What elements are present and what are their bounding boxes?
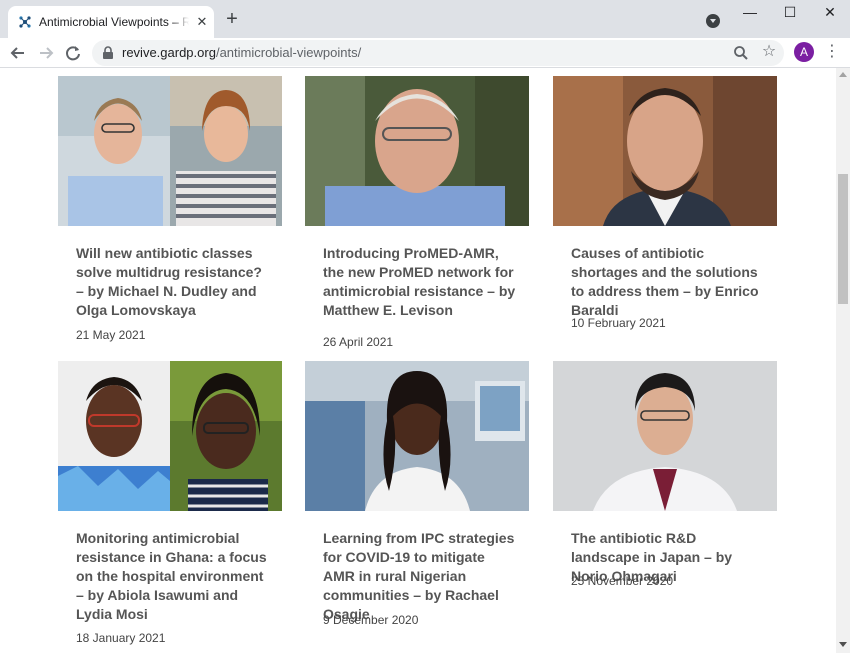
tab-title: Antimicrobial Viewpoints – REVIVE (39, 14, 189, 30)
article-card[interactable]: Will new antibiotic classes solve multid… (58, 76, 282, 342)
forward-arrow-icon[interactable] (35, 42, 57, 64)
article-title[interactable]: Introducing ProMED-AMR, the new ProMED n… (323, 244, 519, 320)
revive-favicon-icon (19, 16, 31, 28)
article-title[interactable]: Learning from IPC strategies for COVID-1… (323, 529, 519, 624)
article-image[interactable] (58, 361, 282, 511)
address-bar[interactable]: revive.gardp.org/antimicrobial-viewpoint… (92, 40, 784, 66)
article-title[interactable]: Causes of antibiotic shortages and the s… (571, 244, 767, 320)
menu-icon[interactable]: ⋮ (824, 42, 840, 62)
article-date: 26 April 2021 (323, 335, 394, 349)
url-text[interactable]: revive.gardp.org/antimicrobial-viewpoint… (122, 45, 361, 61)
browser-tab[interactable]: Antimicrobial Viewpoints – REVIVE ✕ (8, 6, 214, 38)
scroll-down-arrow-icon[interactable] (839, 642, 847, 647)
article-card[interactable]: Causes of antibiotic shortages and the s… (553, 76, 777, 330)
article-card[interactable]: The antibiotic R&D landscape in Japan – … (553, 361, 777, 588)
article-date: 9 December 2020 (323, 613, 419, 627)
lock-icon[interactable] (102, 46, 114, 60)
url-path: /antimicrobial-viewpoints/ (215, 45, 362, 60)
article-image[interactable] (553, 76, 777, 226)
article-card[interactable]: Monitoring antimicrobial resistance in G… (58, 361, 282, 645)
zoom-icon[interactable] (733, 45, 749, 61)
maximize-button[interactable]: ☐ (770, 0, 810, 26)
article-image[interactable] (305, 76, 529, 226)
back-arrow-icon[interactable] (7, 42, 29, 64)
tab-strip: Antimicrobial Viewpoints – REVIVE ✕ + — … (0, 0, 850, 38)
close-window-button[interactable]: ✕ (810, 0, 850, 26)
article-title[interactable]: Monitoring antimicrobial resistance in G… (76, 529, 272, 624)
url-host: revive.gardp.org (122, 45, 216, 60)
minimize-button[interactable]: — (730, 0, 770, 26)
article-date: 18 January 2021 (76, 631, 166, 645)
article-title[interactable]: Will new antibiotic classes solve multid… (76, 244, 272, 320)
star-icon[interactable]: ☆ (760, 43, 778, 61)
profile-avatar[interactable]: A (794, 42, 814, 62)
article-card[interactable]: Learning from IPC strategies for COVID-1… (305, 361, 529, 627)
article-image[interactable] (58, 76, 282, 226)
vertical-scrollbar[interactable] (836, 68, 850, 653)
tab-search-icon[interactable] (706, 14, 720, 28)
tab-close-icon[interactable]: ✕ (194, 14, 210, 30)
scroll-thumb[interactable] (838, 174, 848, 304)
article-image[interactable] (553, 361, 777, 511)
article-date: 21 May 2021 (76, 328, 146, 342)
scroll-up-arrow-icon[interactable] (839, 72, 847, 77)
new-tab-button[interactable]: + (222, 9, 242, 30)
page-viewport: Will new antibiotic classes solve multid… (0, 68, 836, 653)
article-image[interactable] (305, 361, 529, 511)
article-date: 25 November 2020 (571, 574, 674, 588)
article-date: 10 February 2021 (571, 316, 666, 330)
article-card[interactable]: Introducing ProMED-AMR, the new ProMED n… (305, 76, 529, 349)
browser-toolbar: revive.gardp.org/antimicrobial-viewpoint… (0, 38, 850, 68)
reload-icon[interactable] (62, 42, 84, 64)
